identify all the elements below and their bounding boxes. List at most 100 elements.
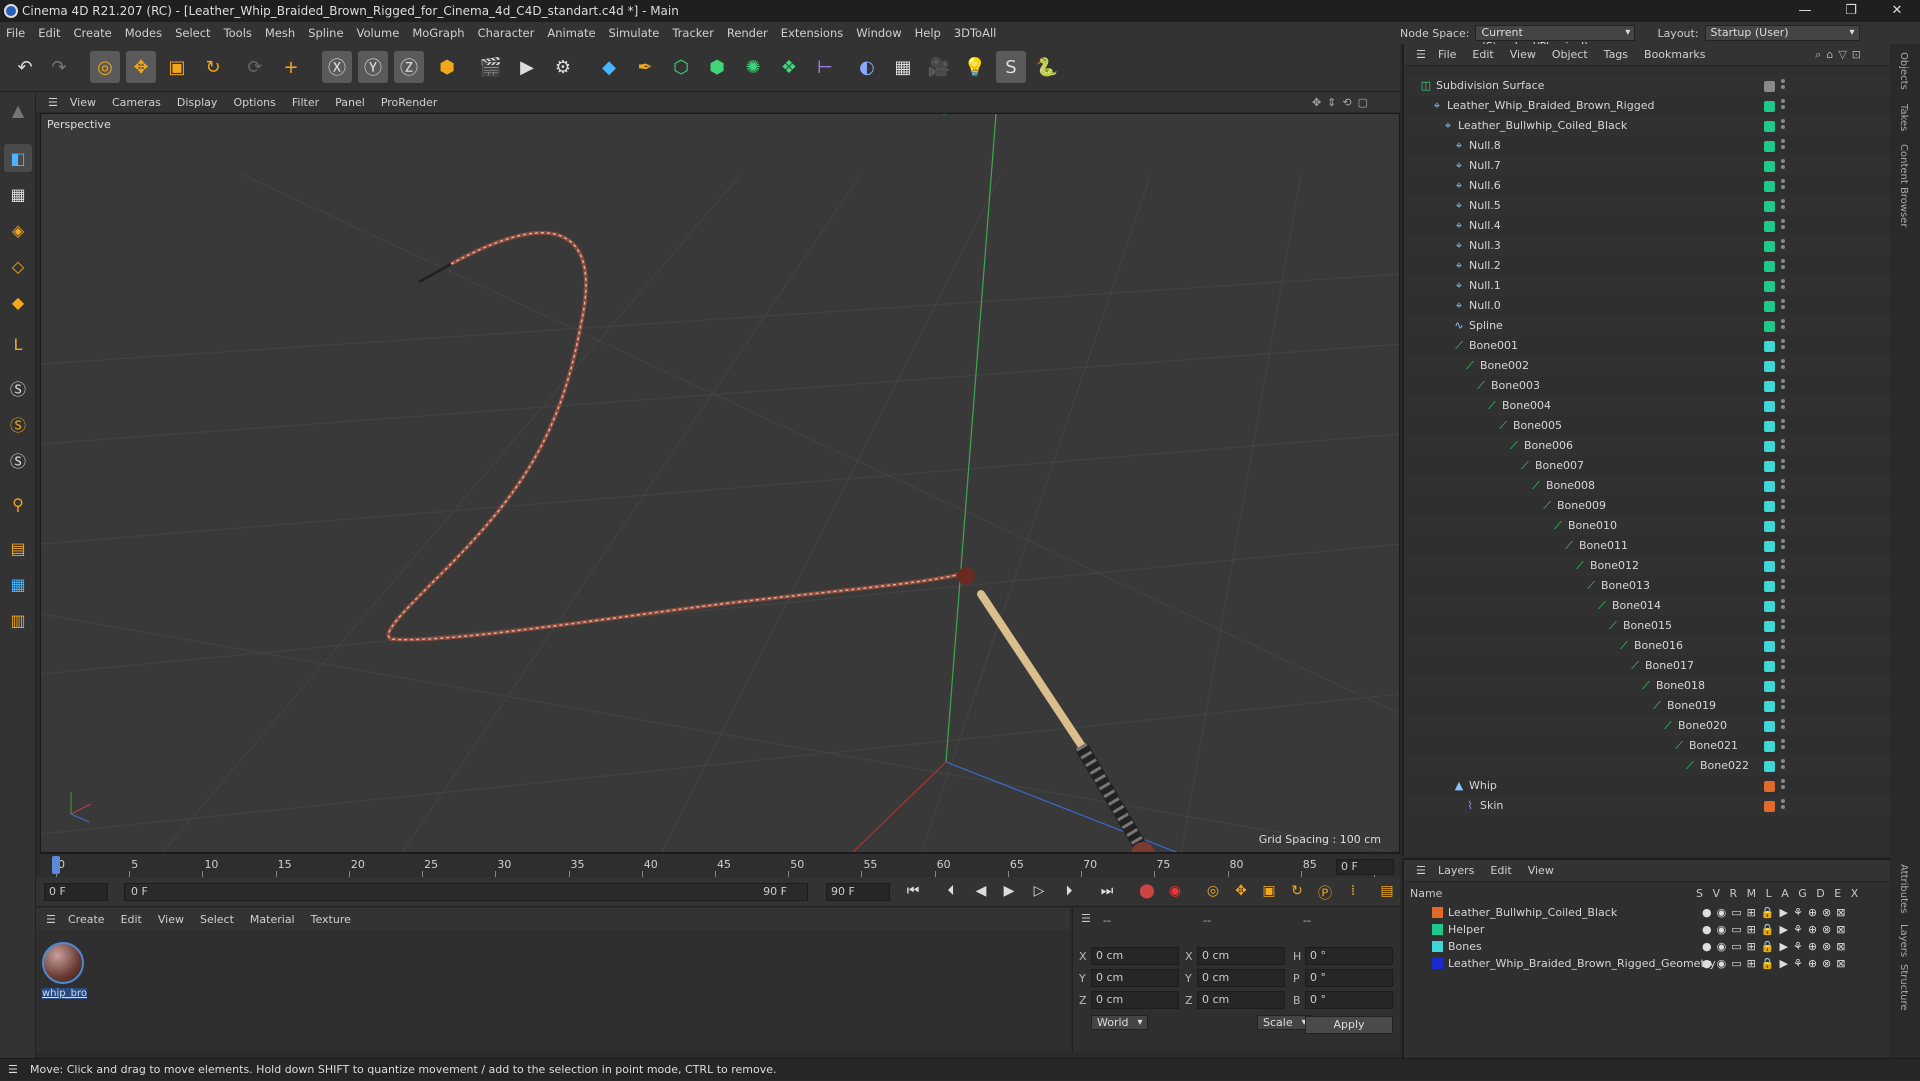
edges-mode-icon[interactable]: ◇	[4, 252, 32, 280]
layer-color-chip[interactable]	[1432, 907, 1443, 918]
make-editable-icon[interactable]: ▲	[4, 96, 32, 124]
viewport-nav-icons[interactable]: ✥⇕⟲▢	[1312, 96, 1374, 109]
layer-color-chip[interactable]	[1764, 441, 1775, 452]
tab-takes[interactable]: Takes	[1898, 104, 1909, 131]
pos-z-field[interactable]: 0 cm	[1091, 991, 1179, 1009]
mat-menu-view[interactable]: View	[158, 913, 184, 926]
object-row[interactable]: ⌖ Null.5	[1404, 196, 1892, 216]
om-menu-object[interactable]: Object	[1552, 48, 1588, 61]
deformer-icon[interactable]: ⊢	[810, 51, 840, 83]
layer-color-chip[interactable]	[1764, 121, 1775, 132]
object-row[interactable]: ⌇ Skin	[1404, 796, 1892, 816]
layer-color-chip[interactable]	[1764, 581, 1775, 592]
object-row[interactable]: ⟋ Bone002	[1404, 356, 1892, 376]
cube-icon[interactable]: ◆	[594, 51, 624, 83]
layer-color-chip[interactable]	[1764, 141, 1775, 152]
layer-color-chip[interactable]	[1764, 321, 1775, 332]
visibility-dots-icon[interactable]	[1781, 259, 1785, 273]
object-row[interactable]: ⟋ Bone016	[1404, 636, 1892, 656]
visibility-dots-icon[interactable]	[1781, 739, 1785, 753]
visibility-dots-icon[interactable]	[1781, 559, 1785, 573]
layer-color-chip[interactable]	[1764, 161, 1775, 172]
render-view-icon[interactable]: 🎬	[476, 51, 506, 83]
visibility-dots-icon[interactable]	[1781, 379, 1785, 393]
menu-3dtoall[interactable]: 3DToAll	[954, 26, 997, 40]
layer-color-chip[interactable]	[1764, 461, 1775, 472]
render-settings-icon[interactable]: ⚙	[548, 51, 578, 83]
vp-menu-cameras[interactable]: Cameras	[112, 96, 161, 109]
z-axis-icon[interactable]: Ⓩ	[394, 51, 424, 83]
python-icon[interactable]: 🐍	[1032, 51, 1062, 83]
menu-mesh[interactable]: Mesh	[265, 26, 295, 40]
quantize-icon[interactable]: Ⓢ	[4, 446, 32, 474]
om-menu-view[interactable]: View	[1510, 48, 1536, 61]
add-tool-icon[interactable]: +	[276, 51, 306, 83]
polygons-mode-icon[interactable]: ◆	[4, 288, 32, 316]
size-x-field[interactable]: 0 cm	[1197, 947, 1285, 965]
vp-menu-options[interactable]: Options	[233, 96, 275, 109]
layer-row[interactable]: Leather_Whip_Braided_Brown_Rigged_Geomet…	[1404, 955, 1892, 972]
visibility-dots-icon[interactable]	[1781, 159, 1785, 173]
visibility-dots-icon[interactable]	[1781, 799, 1785, 813]
object-row[interactable]: ⌖ Null.4	[1404, 216, 1892, 236]
object-row[interactable]: ⌖ Null.0	[1404, 296, 1892, 316]
object-row[interactable]: ⟋ Bone011	[1404, 536, 1892, 556]
current-frame-field[interactable]: 0 F	[1336, 859, 1394, 875]
object-row[interactable]: ⌖ Null.8	[1404, 136, 1892, 156]
visibility-dots-icon[interactable]	[1781, 99, 1785, 113]
layer-color-chip[interactable]	[1764, 381, 1775, 392]
sketch-icon[interactable]: S	[996, 51, 1026, 83]
layout-select[interactable]: Startup (User)	[1704, 25, 1860, 41]
menu-help[interactable]: Help	[915, 26, 941, 40]
pen-spline-icon[interactable]: ✒	[630, 51, 660, 83]
recent-tools-icon[interactable]: ⟳	[240, 51, 270, 83]
layer-row[interactable]: Bones ●◉▭⊞🔒▶⚘⊕⊗⊠	[1404, 938, 1892, 955]
visibility-dots-icon[interactable]	[1781, 499, 1785, 513]
layer-toggle-icons[interactable]: ●◉▭⊞🔒▶⚘⊕⊗⊠	[1702, 904, 1850, 921]
om-menu-file[interactable]: File	[1438, 48, 1456, 61]
cloner-icon[interactable]: ✺	[738, 51, 768, 83]
visibility-dots-icon[interactable]	[1781, 279, 1785, 293]
camera-icon[interactable]: 🎥	[924, 51, 954, 83]
object-row[interactable]: ▲ Whip	[1404, 776, 1892, 796]
layer-row[interactable]: Helper ●◉▭⊞🔒▶⚘⊕⊗⊠	[1404, 921, 1892, 938]
magnet-icon[interactable]: ⚲	[4, 490, 32, 518]
autokey-icon[interactable]: ◉	[1164, 883, 1186, 903]
vp-menu-view[interactable]: View	[70, 96, 96, 109]
step-back-icon[interactable]: ◀	[970, 883, 992, 903]
menu-mograph[interactable]: MoGraph	[412, 26, 464, 40]
menu-edit[interactable]: Edit	[38, 26, 60, 40]
object-row[interactable]: ⌖ Null.1	[1404, 276, 1892, 296]
layer-toggle-icons[interactable]: ●◉▭⊞🔒▶⚘⊕⊗⊠	[1702, 921, 1850, 938]
layer-color-chip[interactable]	[1764, 361, 1775, 372]
layer-menu-view[interactable]: View	[1528, 864, 1554, 877]
object-row[interactable]: ⟋ Bone020	[1404, 716, 1892, 736]
node-space-select[interactable]: Current (Standard/Physical)	[1475, 25, 1636, 53]
visibility-dots-icon[interactable]	[1781, 699, 1785, 713]
layer-color-chip[interactable]	[1764, 341, 1775, 352]
visibility-dots-icon[interactable]	[1781, 719, 1785, 733]
points-mode-icon[interactable]: ◈	[4, 216, 32, 244]
field-icon[interactable]: ◐	[852, 51, 882, 83]
visibility-dots-icon[interactable]	[1781, 519, 1785, 533]
frame-range-slider[interactable]: 0 F 90 F	[124, 883, 808, 901]
visibility-dots-icon[interactable]	[1781, 339, 1785, 353]
layer-color-chip[interactable]	[1764, 421, 1775, 432]
layer-color-chip[interactable]	[1764, 241, 1775, 252]
tab-structure[interactable]: Structure	[1898, 964, 1909, 1011]
menu-select[interactable]: Select	[175, 26, 210, 40]
snap-settings-icon[interactable]: Ⓢ	[4, 410, 32, 438]
visibility-dots-icon[interactable]	[1781, 619, 1785, 633]
visibility-dots-icon[interactable]	[1781, 479, 1785, 493]
visibility-dots-icon[interactable]	[1781, 179, 1785, 193]
3d-viewport[interactable]: Perspective Grid Spacing : 100 cm	[40, 113, 1400, 853]
object-row[interactable]: ⟋ Bone018	[1404, 676, 1892, 696]
visibility-dots-icon[interactable]	[1781, 579, 1785, 593]
object-row[interactable]: ⌖ Leather_Bullwhip_Coiled_Black	[1404, 116, 1892, 136]
step-forward-icon[interactable]: ▷	[1028, 883, 1050, 903]
layer-color-chip[interactable]	[1764, 741, 1775, 752]
layer-color-chip[interactable]	[1764, 641, 1775, 652]
menu-file[interactable]: File	[6, 26, 25, 40]
object-row[interactable]: ⟋ Bone012	[1404, 556, 1892, 576]
layer-color-chip[interactable]	[1764, 101, 1775, 112]
